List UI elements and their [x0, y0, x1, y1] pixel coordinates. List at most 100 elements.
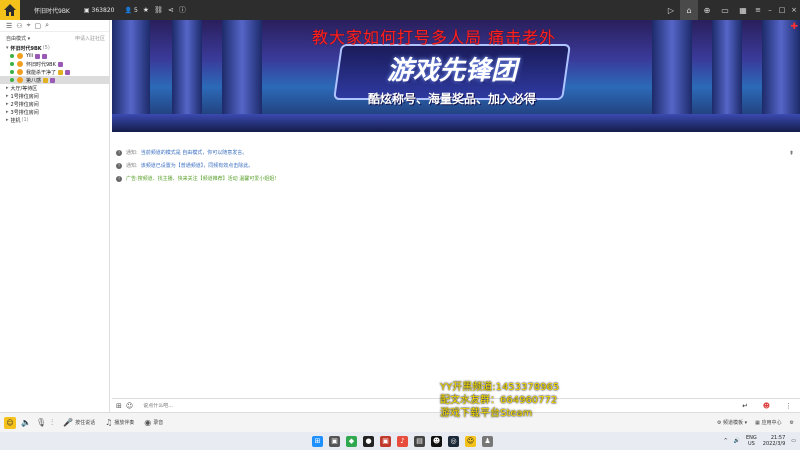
member-item[interactable]: 我能杀干净了 — [0, 68, 109, 76]
channel-id: ▣ 363820 — [84, 7, 115, 14]
member-item-selected[interactable]: 第八感 — [0, 76, 109, 84]
user-icon: 👤 — [124, 6, 132, 14]
volume-icon[interactable]: 🔊 — [734, 438, 740, 444]
task-view-icon[interactable]: ▣ — [329, 435, 340, 447]
location-icon[interactable]: ⌖ — [27, 21, 31, 30]
member-item[interactable]: Yili — [0, 52, 109, 60]
root-channel-count: (5) — [42, 45, 50, 51]
mode-selector[interactable]: 自由模式 ▾ — [6, 35, 30, 42]
app-red2-icon[interactable]: ♪ — [397, 435, 408, 447]
message-text: 当前频道的模式是 自由模式，你可以随意发言。 — [140, 150, 248, 156]
settings-icon[interactable]: ⚙ — [790, 420, 794, 426]
online-users: 👤 5 — [124, 7, 137, 14]
push-to-talk-button[interactable]: 🎤 按住说话 — [63, 418, 95, 427]
mixer-icon[interactable]: ⫶ — [51, 418, 53, 428]
minimize-icon[interactable]: – — [764, 6, 776, 14]
yy-home-logo[interactable] — [0, 0, 20, 20]
expand-caret-icon[interactable]: ▸ — [6, 101, 9, 107]
subchannel-name: 2号排位房间 — [10, 101, 39, 108]
app-red-icon[interactable]: ▣ — [380, 435, 391, 447]
maximize-icon[interactable]: □ — [776, 6, 788, 14]
home-icon[interactable]: ⌂ — [680, 0, 698, 20]
people-icon[interactable]: ⚇ — [16, 22, 22, 30]
record-button[interactable]: ◉ 录音 — [144, 418, 163, 427]
play-music-button[interactable]: ♫ 播放伴奏 — [105, 418, 134, 427]
expand-caret-icon[interactable]: ▸ — [6, 85, 9, 91]
more-icon[interactable]: ⋮ — [785, 402, 792, 410]
mic-icon[interactable]: 🎙 — [36, 418, 46, 427]
channel-id-value: 363820 — [91, 6, 115, 14]
sticker-icon[interactable]: ☻ — [763, 402, 770, 410]
subchannel-item[interactable]: ▸ 1号排位房间 — [0, 92, 109, 100]
search-icon[interactable]: ⌕ — [45, 21, 49, 30]
id-card-icon: ▣ — [83, 6, 90, 14]
list-icon[interactable]: ☰ — [6, 22, 12, 30]
star-icon[interactable]: ★ — [143, 6, 149, 14]
member-name: 我能杀干净了 — [26, 69, 57, 76]
level-badge-icon — [50, 77, 56, 83]
grid-icon[interactable]: ▦ — [734, 0, 752, 20]
root-channel[interactable]: ▾ 怀旧时代9BK (5) — [0, 44, 109, 52]
yy-taskbar-icon[interactable]: ☺ — [465, 435, 476, 447]
expand-caret-icon[interactable]: ▸ — [6, 117, 9, 123]
window-icon[interactable]: ▭ — [716, 0, 734, 20]
ad-line: 游戏下载平台Steam — [440, 408, 533, 419]
chat-input[interactable] — [143, 402, 704, 409]
subchannel-name: 3号排位房间 — [10, 109, 39, 116]
gamepad-icon[interactable]: ⊕ — [698, 0, 716, 20]
speaker-icon[interactable]: 🔈 — [21, 418, 31, 427]
share-icon[interactable]: ⋖ — [168, 6, 174, 14]
windows-start-icon[interactable]: ⊞ — [312, 435, 323, 447]
permission-link[interactable]: 申请入驻社区 — [75, 35, 105, 42]
yy-mascot-icon[interactable]: ☺ — [4, 416, 16, 429]
system-message: ! 通知: 当前频道的模式是 自由模式，你可以随意发言。 — [112, 146, 800, 159]
menu-icon[interactable]: ≡ — [752, 6, 764, 14]
subchannel-item[interactable]: ▸ 挂机 (1) — [0, 116, 109, 124]
channel-banner[interactable]: 游戏先锋团 酷炫称号、海量奖品、加入必得 教大家如何打号多人局 痛击老外 ✚ — [112, 20, 800, 132]
expand-caret-icon[interactable]: ▸ — [6, 93, 9, 99]
info-icon[interactable]: ⓘ — [179, 5, 186, 15]
subchannel-item[interactable]: ▸ 大厅/等待区 — [0, 84, 109, 92]
tray-expand-icon[interactable]: ^ — [724, 438, 728, 444]
language-indicator[interactable]: ENG US — [746, 435, 757, 447]
app-black-icon[interactable]: ● — [363, 435, 374, 447]
clock[interactable]: 21:57 2022/3/9 — [763, 435, 785, 447]
mode-row: 自由模式 ▾ 申请入驻社区 — [0, 32, 109, 44]
app-gray-icon[interactable]: ▤ — [414, 435, 425, 447]
qq-icon[interactable]: ☻ — [431, 435, 442, 447]
video-icon[interactable]: ▷ — [662, 0, 680, 20]
collapse-caret-icon[interactable]: ▾ — [6, 45, 9, 51]
gamepad-emote-icon[interactable]: ⊞ — [116, 402, 122, 410]
emoji-icon[interactable]: ☺ — [126, 402, 133, 410]
mic-icon: 🎤 — [63, 418, 74, 427]
message-text[interactable]: 广告:搜频道、找主播、快来关注【频道推荐】活动 温馨可爱小姐姐! — [126, 175, 276, 182]
bottom-toolbar: ☺ 🔈 🎙 ⫶ 🎤 按住说话 ♫ 播放伴奏 ◉ 录音 ⚙ 频道模板 ▾ ▦ 应用… — [0, 412, 800, 432]
link-icon[interactable]: ⛓ — [154, 6, 163, 14]
member-item[interactable]: 怀旧时代9BK — [0, 60, 109, 68]
notification-icon[interactable]: ▭ — [791, 438, 796, 444]
app-misc-icon[interactable]: ♟ — [482, 435, 493, 447]
subchannel-item[interactable]: ▸ 2号排位房间 — [0, 100, 109, 108]
subchannel-item[interactable]: ▸ 3号排位房间 — [0, 108, 109, 116]
member-name: 怀旧时代9BK — [26, 61, 56, 68]
close-icon[interactable]: × — [788, 6, 800, 14]
online-status-icon — [10, 62, 14, 66]
crown-badge-icon — [58, 69, 64, 75]
crown-badge-icon — [43, 77, 49, 83]
level-badge-icon — [42, 53, 48, 59]
banner-logo-text: 游戏先锋团 — [386, 56, 517, 86]
yy-app-window: 怀旧时代9BK ▣ 363820 👤 5 ★ ⛓ ⋖ ⓘ ▷ ⌂ ⊕ ▭ ▦ ≡… — [0, 0, 800, 432]
banner-floor — [112, 114, 800, 132]
crosshair-icon: ✚ — [790, 22, 798, 32]
record-icon: ◉ — [144, 418, 152, 427]
windows-taskbar: ⊞ ▣ ◆ ● ▣ ♪ ▤ ☻ ◎ ☺ ♟ ^ 🔊 ENG US 21:57 2… — [0, 432, 800, 450]
app-center-button[interactable]: ▦ 应用中心 — [755, 419, 781, 426]
steam-icon[interactable]: ◎ — [448, 435, 459, 447]
chat-icon[interactable]: ▢ — [35, 22, 42, 30]
app-green-icon[interactable]: ◆ — [346, 435, 357, 447]
system-tray: ^ 🔊 ENG US 21:57 2022/3/9 ▭ — [724, 435, 796, 447]
send-icon[interactable]: ↵ — [742, 402, 748, 410]
channel-template-button[interactable]: ⚙ 频道模板 ▾ — [717, 419, 747, 426]
expand-caret-icon[interactable]: ▸ — [6, 109, 9, 115]
channel-name: 怀旧时代9BK — [34, 7, 70, 15]
